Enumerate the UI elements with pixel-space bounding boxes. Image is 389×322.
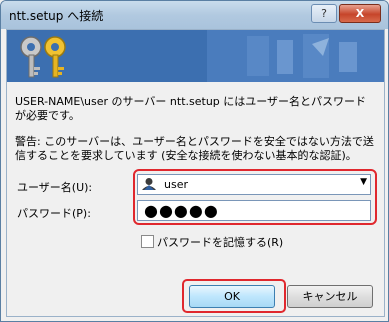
auth-message: USER-NAME\user のサーバー ntt.setup にはユーザー名とパ… — [15, 95, 367, 122]
login-dialog: ntt.setup へ接続 ? X USER-NAME\user のサーバー n… — [0, 0, 389, 322]
help-button[interactable]: ? — [311, 4, 337, 23]
close-button[interactable]: X — [339, 4, 381, 23]
username-value: user — [164, 178, 188, 191]
window-title: ntt.setup へ接続 — [9, 9, 104, 23]
ok-button[interactable]: OK — [189, 285, 275, 308]
password-value: ●●●●● — [144, 201, 219, 220]
dialog-body: USER-NAME\user のサーバー ntt.setup にはユーザー名とパ… — [6, 29, 385, 317]
user-account-icon — [142, 178, 156, 190]
password-field[interactable]: ●●●●● — [137, 200, 371, 221]
title-bar: ntt.setup へ接続 ? X — [1, 1, 388, 29]
username-label: ユーザー名(U): — [17, 181, 93, 194]
username-combobox[interactable]: user ▼ — [137, 174, 371, 195]
checkbox-box[interactable] — [141, 235, 154, 248]
remember-password-label: パスワードを記憶する(R) — [157, 236, 284, 249]
security-warning: 警告: このサーバーは、ユーザー名とパスワードを安全ではない方法で送信することを… — [15, 135, 374, 162]
dialog-banner — [7, 30, 384, 82]
remember-password-checkbox[interactable]: パスワードを記憶する(R) — [141, 234, 283, 250]
chevron-down-icon[interactable]: ▼ — [360, 177, 367, 187]
password-label: パスワード(P): — [17, 207, 91, 220]
keys-icon — [20, 36, 66, 78]
cancel-button[interactable]: キャンセル — [287, 285, 373, 308]
